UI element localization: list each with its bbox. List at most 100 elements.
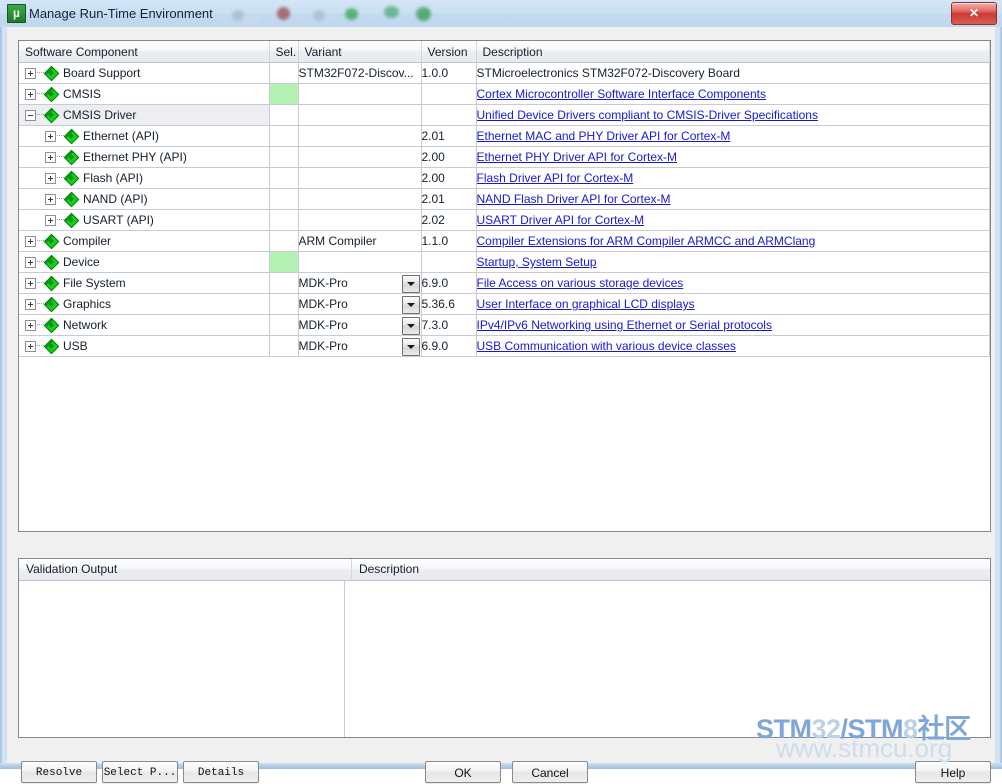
help-button[interactable]: Help: [915, 761, 991, 783]
expand-plus-icon[interactable]: [25, 256, 36, 268]
component-name-cell[interactable]: Ethernet (API): [19, 125, 270, 147]
expand-plus-icon[interactable]: [45, 193, 56, 205]
selection-checkbox-cell[interactable]: [269, 83, 299, 105]
table-row[interactable]: Compiler ARM Compiler 1.1.0 Compiler Extens…: [19, 230, 990, 252]
variant-cell[interactable]: [298, 83, 422, 105]
column-header-validation-description[interactable]: Description: [352, 559, 990, 580]
description-link[interactable]: Cortex Microcontroller Software Interfac…: [477, 87, 766, 101]
expand-plus-icon[interactable]: [25, 298, 36, 310]
component-name-cell[interactable]: USB: [19, 335, 270, 357]
column-header-variant[interactable]: Variant: [298, 41, 422, 63]
selection-checkbox-cell[interactable]: [269, 62, 299, 84]
variant-cell[interactable]: MDK-Pro: [298, 335, 422, 357]
tree-node[interactable]: NAND (API): [19, 189, 268, 209]
resolve-button[interactable]: Resolve: [21, 761, 97, 783]
tree-node[interactable]: Compiler: [19, 231, 268, 251]
tree-node[interactable]: Ethernet PHY (API): [19, 147, 268, 167]
tree-node[interactable]: File System: [19, 273, 268, 293]
selection-checkbox-cell[interactable]: [269, 293, 299, 315]
table-row[interactable]: CMSIS Cortex Microcontroller Software Int…: [19, 83, 990, 105]
tree-node[interactable]: USB: [19, 336, 268, 356]
table-row[interactable]: Flash (API) 2.00 Flash Driver API for Cort…: [19, 167, 990, 189]
tree-node[interactable]: Device: [19, 252, 268, 272]
table-row[interactable]: USART (API) 2.02 USART Driver API for Cort…: [19, 209, 990, 231]
selection-checkbox-cell[interactable]: [269, 146, 299, 168]
expand-plus-icon[interactable]: [25, 277, 36, 289]
tree-node[interactable]: Network: [19, 315, 268, 335]
variant-cell[interactable]: [298, 104, 422, 126]
selection-checkbox-cell[interactable]: [269, 335, 299, 357]
component-name-cell[interactable]: Network: [19, 314, 270, 336]
expand-plus-icon[interactable]: [25, 340, 36, 352]
selection-checkbox-cell[interactable]: [269, 314, 299, 336]
selection-checkbox-cell[interactable]: [269, 251, 299, 273]
selection-checkbox-cell[interactable]: [269, 104, 299, 126]
details-button[interactable]: Details: [183, 761, 259, 783]
validation-output-panel[interactable]: Validation Output Description: [18, 558, 991, 738]
description-link[interactable]: IPv4/IPv6 Networking using Ethernet or S…: [477, 318, 772, 332]
variant-cell[interactable]: [298, 188, 422, 210]
column-header-validation-output[interactable]: Validation Output: [19, 559, 352, 580]
expand-plus-icon[interactable]: [25, 88, 36, 100]
component-name-cell[interactable]: CMSIS Driver: [19, 104, 270, 126]
table-row[interactable]: File System MDK-Pro 6.9.0 File Access on va…: [19, 272, 990, 294]
selection-checkbox-cell[interactable]: [269, 209, 299, 231]
table-row[interactable]: USB MDK-Pro 6.9.0 USB Communication with va…: [19, 335, 990, 357]
cancel-button[interactable]: Cancel: [512, 761, 588, 783]
table-row[interactable]: Graphics MDK-Pro 5.36.6 User Interface on g…: [19, 293, 990, 315]
description-link[interactable]: Ethernet PHY Driver API for Cortex-M: [477, 150, 678, 164]
variant-cell[interactable]: STM32F072-Discov...: [298, 62, 422, 84]
variant-cell[interactable]: [298, 146, 422, 168]
variant-cell[interactable]: MDK-Pro: [298, 314, 422, 336]
variant-dropdown-chevron-down-icon[interactable]: [401, 338, 420, 356]
variant-cell[interactable]: [298, 167, 422, 189]
description-link[interactable]: Ethernet MAC and PHY Driver API for Cort…: [477, 129, 731, 143]
expand-plus-icon[interactable]: [45, 151, 56, 163]
component-name-cell[interactable]: USART (API): [19, 209, 270, 231]
variant-cell[interactable]: MDK-Pro: [298, 272, 422, 294]
expand-plus-icon[interactable]: [25, 235, 36, 247]
column-header-component[interactable]: Software Component: [19, 41, 270, 63]
component-name-cell[interactable]: File System: [19, 272, 270, 294]
collapse-minus-icon[interactable]: [25, 109, 36, 121]
selection-checkbox-cell[interactable]: [269, 230, 299, 252]
description-link[interactable]: NAND Flash Driver API for Cortex-M: [477, 192, 671, 206]
description-link[interactable]: Unified Device Drivers compliant to CMSI…: [477, 108, 818, 122]
component-name-cell[interactable]: Flash (API): [19, 167, 270, 189]
selection-checkbox-cell[interactable]: [269, 125, 299, 147]
description-link[interactable]: USART Driver API for Cortex-M: [477, 213, 645, 227]
variant-dropdown-chevron-down-icon[interactable]: [401, 296, 420, 314]
column-header-sel[interactable]: Sel.: [269, 41, 299, 63]
variant-cell[interactable]: MDK-Pro: [298, 293, 422, 315]
description-link[interactable]: Startup, System Setup: [477, 255, 597, 269]
table-row[interactable]: Board Support STM32F072-Discov... 1.0.0 STM…: [19, 62, 990, 84]
variant-dropdown-chevron-down-icon[interactable]: [401, 275, 420, 293]
expand-plus-icon[interactable]: [45, 214, 56, 226]
variant-cell[interactable]: [298, 125, 422, 147]
table-row[interactable]: CMSIS Driver Unified Device Drivers compl…: [19, 104, 990, 126]
variant-cell[interactable]: [298, 209, 422, 231]
column-header-description[interactable]: Description: [476, 41, 990, 63]
expand-plus-icon[interactable]: [45, 130, 56, 142]
select-packs-button[interactable]: Select P...: [102, 761, 178, 783]
description-link[interactable]: User Interface on graphical LCD displays: [477, 297, 695, 311]
description-link[interactable]: File Access on various storage devices: [477, 276, 684, 290]
component-name-cell[interactable]: Graphics: [19, 293, 270, 315]
component-name-cell[interactable]: Ethernet PHY (API): [19, 146, 270, 168]
close-icon[interactable]: ✕: [951, 2, 997, 25]
component-name-cell[interactable]: Compiler: [19, 230, 270, 252]
expand-plus-icon[interactable]: [45, 172, 56, 184]
column-header-version[interactable]: Version: [421, 41, 477, 63]
table-row[interactable]: Network MDK-Pro 7.3.0 IPv4/IPv6 Networking …: [19, 314, 990, 336]
selection-checkbox-cell[interactable]: [269, 272, 299, 294]
tree-node[interactable]: Graphics: [19, 294, 268, 314]
software-component-table[interactable]: Software Component Sel. Variant Version …: [18, 40, 991, 532]
variant-dropdown-chevron-down-icon[interactable]: [401, 317, 420, 335]
tree-node[interactable]: Board Support: [19, 63, 268, 83]
variant-cell[interactable]: [298, 251, 422, 273]
tree-node[interactable]: CMSIS: [19, 84, 268, 104]
component-name-cell[interactable]: NAND (API): [19, 188, 270, 210]
selection-checkbox-cell[interactable]: [269, 188, 299, 210]
description-link[interactable]: Compiler Extensions for ARM Compiler ARM…: [477, 234, 816, 248]
tree-node[interactable]: Flash (API): [19, 168, 268, 188]
